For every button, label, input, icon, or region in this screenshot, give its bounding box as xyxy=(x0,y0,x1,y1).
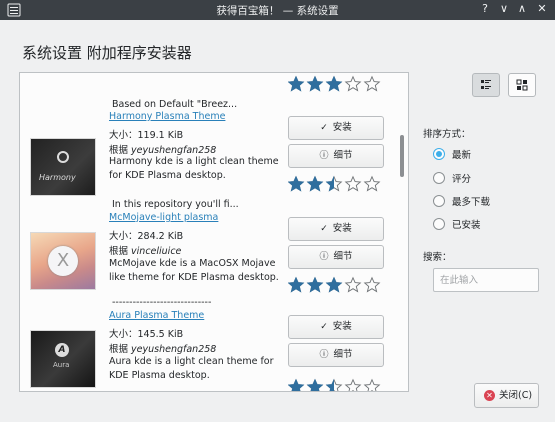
close-icon: ✕ xyxy=(484,390,495,401)
addon-list[interactable]: Based on Default "Breez... Harmony Plasm… xyxy=(19,72,409,392)
list-view-icon xyxy=(481,80,491,89)
minimize-icon[interactable]: ∨ xyxy=(497,2,511,16)
star-icon xyxy=(363,75,381,92)
rating-stars xyxy=(288,378,381,391)
radio-button[interactable] xyxy=(433,195,445,207)
item-size: 大小：145.5 KiB xyxy=(109,329,184,340)
checkmark-icon: ✓ xyxy=(320,123,328,133)
list-item: Based on Default "Breez... Harmony Plasm… xyxy=(20,73,400,196)
close-window-icon[interactable]: ✕ xyxy=(535,2,549,16)
item-size: 大小：119.1 KiB xyxy=(109,130,184,141)
install-button[interactable]: ✓ 安装 xyxy=(288,116,384,140)
search-input[interactable] xyxy=(433,268,539,292)
item-description: Aura kde is a light clean theme for KDE … xyxy=(109,356,274,381)
help-icon[interactable]: ? xyxy=(478,2,492,16)
details-button[interactable]: ⓘ 细节 xyxy=(288,245,384,269)
details-button[interactable]: ⓘ 细节 xyxy=(288,343,384,367)
list-view-toggle[interactable] xyxy=(472,73,500,97)
star-icon xyxy=(288,75,305,92)
star-icon xyxy=(363,276,381,293)
install-button[interactable]: ✓ 安装 xyxy=(288,217,384,241)
radio-button[interactable] xyxy=(433,148,445,160)
star-icon xyxy=(325,75,343,92)
install-button[interactable]: ✓ 安装 xyxy=(288,315,384,339)
star-icon xyxy=(325,276,343,293)
details-button[interactable]: ⓘ 细节 xyxy=(288,144,384,168)
star-icon xyxy=(306,75,324,92)
info-icon: ⓘ xyxy=(319,252,329,262)
radio-button[interactable] xyxy=(433,172,445,184)
item-author: 根据 yeyushengfan258 xyxy=(109,344,217,355)
search-label: 搜索： xyxy=(423,252,452,263)
info-icon: ⓘ xyxy=(319,350,329,360)
checkmark-icon: ✓ xyxy=(320,322,328,332)
scrollbar-thumb[interactable] xyxy=(400,135,404,177)
star-icon xyxy=(288,378,305,391)
item-size: 大小：284.2 KiB xyxy=(109,231,184,242)
checkmark-icon: ✓ xyxy=(320,224,328,234)
info-icon: ⓘ xyxy=(319,151,329,161)
list-item: ----------------------------- Aura Plasm… xyxy=(20,295,400,391)
close-button[interactable]: ✕ 关闭(C) xyxy=(474,383,539,408)
star-icon xyxy=(363,378,381,391)
item-thumbnail: X xyxy=(30,232,96,290)
star-icon xyxy=(363,175,381,192)
item-name-link[interactable]: Aura Plasma Theme xyxy=(109,310,204,321)
item-author: 根据 vinceliuice xyxy=(109,246,182,257)
item-preheader: In this repository you'll fi... xyxy=(112,199,239,210)
grid-view-icon xyxy=(516,79,528,91)
star-icon xyxy=(288,276,305,293)
item-thumbnail: Harmony xyxy=(30,138,96,196)
radio-button[interactable] xyxy=(433,218,445,230)
page-title: 系统设置 附加程序安装器 xyxy=(22,44,192,62)
item-thumbnail: A Aura xyxy=(30,330,96,388)
star-icon xyxy=(344,175,362,192)
item-preheader: Based on Default "Breez... xyxy=(112,99,238,110)
rating-stars xyxy=(288,175,381,192)
item-preheader: ----------------------------- xyxy=(112,297,212,308)
star-icon xyxy=(344,378,362,391)
star-icon xyxy=(325,378,343,391)
item-name-link[interactable]: Harmony Plasma Theme xyxy=(109,111,225,122)
sort-label: 排序方式： xyxy=(423,129,471,140)
star-icon xyxy=(344,75,362,92)
star-icon xyxy=(325,175,343,192)
star-icon xyxy=(306,378,324,391)
dialog-body: 系统设置 附加程序安装器 Based on Default "Breez... … xyxy=(0,20,555,422)
title-bar: 获得百宝箱！ — 系统设置 ? ∨ ∧ ✕ xyxy=(0,0,555,20)
scrollbar[interactable] xyxy=(400,75,406,389)
star-icon xyxy=(306,175,324,192)
list-item: In this repository you'll fi... McMojave… xyxy=(20,197,400,297)
item-name-link[interactable]: McMojave-light plasma xyxy=(109,212,218,223)
star-icon xyxy=(306,276,324,293)
grid-view-toggle[interactable] xyxy=(508,73,536,97)
item-author: 根据 yeyushengfan258 xyxy=(109,145,217,156)
item-description: Harmony kde is a light clean theme for K… xyxy=(109,156,279,181)
maximize-icon[interactable]: ∧ xyxy=(515,2,529,16)
item-description: McMojave kde is a MacOSX Mojave like the… xyxy=(109,258,279,283)
star-icon xyxy=(288,175,305,192)
rating-stars xyxy=(288,75,381,92)
star-icon xyxy=(344,276,362,293)
rating-stars xyxy=(288,276,381,293)
window-title: 获得百宝箱！ — 系统设置 xyxy=(216,5,339,17)
